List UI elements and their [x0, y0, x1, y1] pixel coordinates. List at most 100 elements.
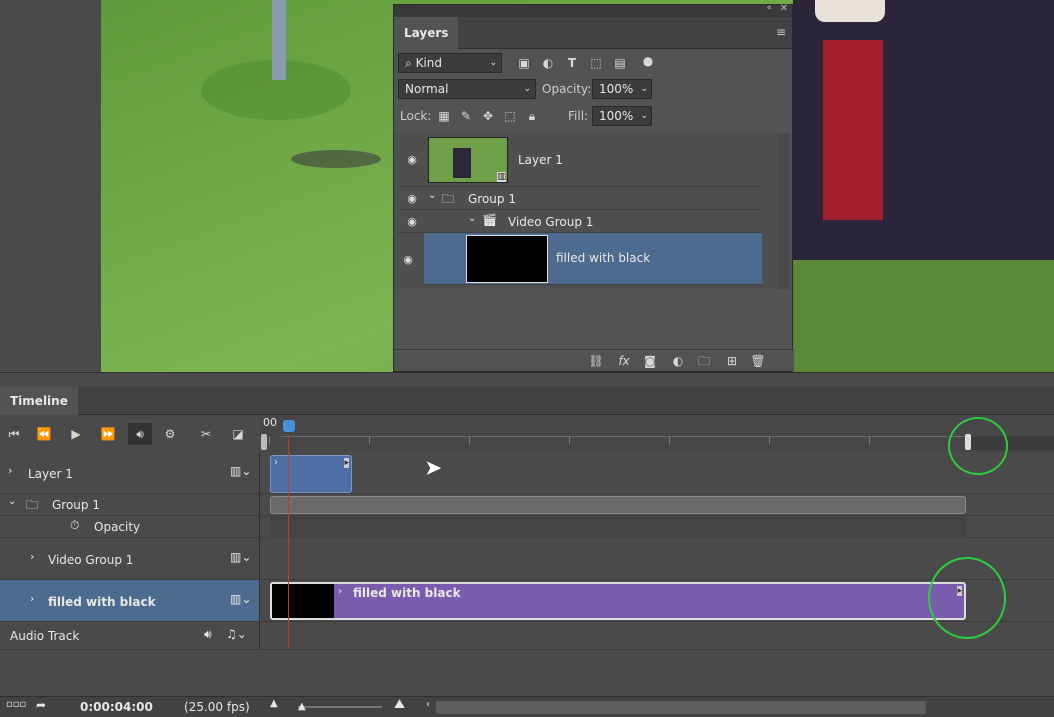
- layer-list: ◉ ▥ Layer 1 ◉ ⌄ 🗀 Group 1 ◉ ⌄ 🎬︎ Video G…: [394, 133, 790, 289]
- frame-animation-icon[interactable]: ▫▫▫: [6, 699, 26, 710]
- track-header[interactable]: › Video Group 1 ▥⌄: [0, 538, 260, 579]
- layers-footer: ⛓ fx ◙ ◐ 🗀 ⊞ 🗑︎: [394, 349, 794, 371]
- image-filter-icon[interactable]: ▣: [516, 55, 532, 71]
- render-export-icon[interactable]: ➦: [36, 698, 46, 712]
- panel-titlebar[interactable]: « ✕: [394, 3, 792, 17]
- track-header[interactable]: › Layer 1 ▥⌄: [0, 452, 260, 493]
- mute-icon[interactable]: 🔊︎: [204, 627, 212, 642]
- chevron-right-icon[interactable]: ›: [30, 592, 34, 605]
- playhead-line: [288, 435, 289, 649]
- track-header[interactable]: Audio Track 🔊︎ ♫⌄: [0, 622, 260, 649]
- previous-frame-icon[interactable]: ⏪: [36, 426, 52, 442]
- chevron-down-icon: ⌄: [640, 111, 648, 121]
- highlight-circle: [928, 557, 1006, 639]
- eye-icon[interactable]: ◉: [404, 192, 420, 205]
- film-menu-icon[interactable]: ▥⌄: [230, 550, 251, 564]
- fx-icon[interactable]: fx: [616, 353, 632, 369]
- time-ruler[interactable]: 00: [261, 416, 1054, 452]
- clip-menu-icon[interactable]: ▸: [344, 458, 349, 468]
- lock-artboard-icon[interactable]: ⬚: [502, 108, 518, 124]
- stopwatch-icon[interactable]: ⏱︎: [70, 518, 79, 533]
- work-area-start-handle[interactable]: [261, 434, 267, 450]
- playhead-handle[interactable]: [283, 420, 295, 432]
- go-to-first-icon[interactable]: ⏮: [6, 426, 22, 442]
- layer-row-video-group1[interactable]: ◉ ⌄ 🎬︎ Video Group 1: [398, 210, 762, 233]
- chevron-down-icon[interactable]: ⌄: [428, 190, 436, 201]
- eye-icon[interactable]: ◉: [400, 253, 416, 266]
- layer-row-layer1[interactable]: ◉ ▥ Layer 1: [398, 133, 762, 187]
- chevron-right-icon[interactable]: ›: [8, 464, 12, 477]
- lock-position-icon[interactable]: ✥: [480, 108, 496, 124]
- filter-kind-label: Kind: [415, 56, 442, 70]
- split-scissors-icon[interactable]: ✂: [198, 426, 214, 442]
- panel-menu-icon[interactable]: ≡: [776, 25, 786, 39]
- clip-layer1[interactable]: › ▸: [270, 455, 352, 493]
- trash-icon[interactable]: 🗑︎: [750, 353, 766, 369]
- chevron-down-icon[interactable]: ⌄: [8, 496, 16, 507]
- video-badge-icon: ▥: [497, 172, 506, 182]
- eye-icon[interactable]: ◉: [404, 215, 420, 228]
- clapper-icon: 🎬︎: [482, 213, 498, 227]
- chevron-right-icon[interactable]: ›: [30, 550, 34, 563]
- next-frame-icon[interactable]: ⏩: [100, 426, 116, 442]
- play-icon[interactable]: ▶: [68, 426, 84, 442]
- folder-icon[interactable]: 🗀: [696, 353, 712, 369]
- zoom-slider[interactable]: [298, 706, 382, 708]
- chevron-down-icon[interactable]: ⌄: [468, 213, 476, 224]
- new-layer-icon[interactable]: ⊞: [724, 353, 740, 369]
- timeline-footer: ▫▫▫ ➦ 0:00:04:00 (25.00 fps) ▲ ▲ ⛰︎ ‹: [0, 696, 1054, 717]
- link-icon[interactable]: ⛓: [588, 353, 604, 369]
- clip-group1[interactable]: [270, 496, 966, 514]
- track-header[interactable]: › filled with black ▥⌄: [0, 580, 260, 621]
- collapse-icon[interactable]: «: [766, 3, 772, 13]
- zoom-out-icon[interactable]: ▲: [270, 698, 278, 709]
- scrollbar[interactable]: [778, 133, 790, 289]
- track-header[interactable]: ⌄ 🗀 Group 1: [0, 494, 260, 515]
- lock-all-icon[interactable]: 🔒︎: [524, 108, 540, 124]
- clip-thumbnail: [272, 584, 334, 618]
- transition-icon[interactable]: ◪: [230, 426, 246, 442]
- fill-value: 100%: [599, 109, 634, 123]
- scroll-left-icon[interactable]: ‹: [426, 699, 430, 710]
- layer-thumbnail: [466, 235, 548, 283]
- audio-toggle-icon[interactable]: 🔊︎: [128, 423, 152, 445]
- mask-icon[interactable]: ◙: [642, 353, 658, 369]
- track-name: Video Group 1: [48, 553, 134, 567]
- type-filter-icon[interactable]: T: [564, 55, 580, 71]
- timecode: 0:00:04:00: [80, 700, 153, 714]
- filter-toggle-icon[interactable]: ●: [640, 53, 656, 69]
- close-icon[interactable]: ✕: [780, 3, 788, 14]
- filter-kind-select[interactable]: ⌕ Kind ⌄: [398, 53, 502, 73]
- horizontal-scrollbar[interactable]: [436, 701, 926, 714]
- lock-image-icon[interactable]: ✎: [458, 108, 474, 124]
- fill-input[interactable]: 100% ⌄: [592, 106, 652, 126]
- film-menu-icon[interactable]: ▥⌄: [230, 464, 251, 478]
- track-header[interactable]: ⏱︎ Opacity: [0, 516, 260, 537]
- film-menu-icon[interactable]: ▥⌄: [230, 592, 251, 606]
- smartobject-filter-icon[interactable]: ▤: [612, 55, 628, 71]
- layer-row-group1[interactable]: ◉ ⌄ 🗀 Group 1: [398, 187, 762, 210]
- chevron-right-icon: ›: [338, 586, 342, 597]
- clip-filled-with-black[interactable]: › filled with black ▸: [270, 582, 966, 620]
- chevron-down-icon: ⌄: [640, 84, 648, 94]
- adjustment-icon[interactable]: ◐: [670, 353, 686, 369]
- lock-transparent-icon[interactable]: ▦: [436, 108, 452, 124]
- layers-panel: « ✕ Layers ≡ ⌕ Kind ⌄ ▣ ◐ T ⬚ ▤ ● Normal…: [393, 3, 794, 372]
- adjustment-filter-icon[interactable]: ◐: [540, 55, 556, 71]
- layer-row-filled-with-black[interactable]: filled with black: [424, 233, 762, 285]
- blend-mode-select[interactable]: Normal ⌄: [398, 79, 536, 99]
- zoom-in-icon[interactable]: ⛰︎: [394, 697, 405, 712]
- zoom-slider-thumb[interactable]: ▲: [298, 701, 306, 712]
- tab-layers[interactable]: Layers: [394, 17, 459, 49]
- track-video-group1: › Video Group 1 ▥⌄: [0, 538, 1054, 580]
- opacity-input[interactable]: 100% ⌄: [592, 79, 652, 99]
- search-icon: ⌕: [405, 56, 412, 70]
- layer-name: Video Group 1: [508, 215, 594, 229]
- shape-filter-icon[interactable]: ⬚: [588, 55, 604, 71]
- track-audio: Audio Track 🔊︎ ♫⌄: [0, 622, 1054, 650]
- music-note-icon[interactable]: ♫⌄: [226, 627, 247, 641]
- eye-icon[interactable]: ◉: [404, 153, 420, 166]
- settings-gear-icon[interactable]: ⚙: [162, 426, 178, 442]
- chevron-down-icon: ⌄: [489, 58, 497, 68]
- tab-timeline[interactable]: Timeline: [0, 387, 78, 415]
